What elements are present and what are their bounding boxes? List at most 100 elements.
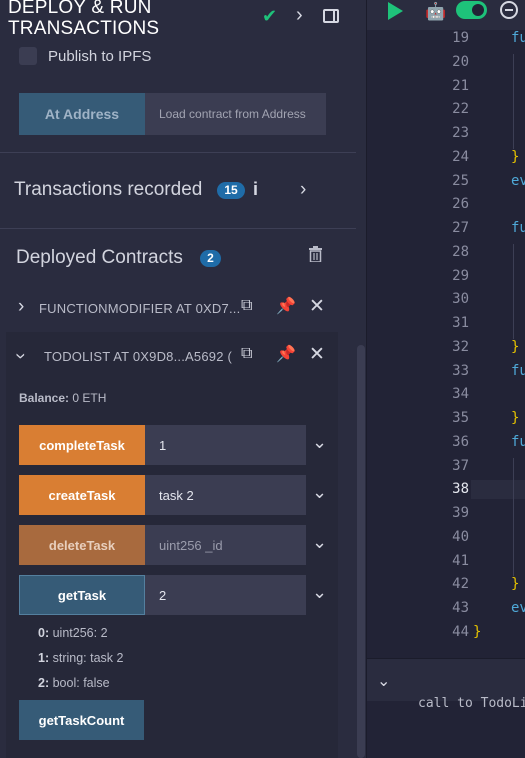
balance: Balance: 0 ETH — [19, 391, 106, 405]
get-task-button[interactable]: getTask — [19, 575, 145, 615]
chevron-down-icon[interactable]: ⌄ — [312, 532, 327, 553]
deployed-contracts-label: Deployed Contracts — [16, 247, 183, 268]
line-number: 22 — [452, 101, 469, 118]
line-number: 21 — [452, 77, 469, 94]
line-number: 39 — [452, 505, 469, 521]
line-number: 38 — [452, 481, 469, 498]
line-number: 28 — [452, 243, 469, 260]
scrollbar-thumb[interactable] — [357, 345, 365, 758]
pin-icon[interactable]: 📌 — [276, 344, 296, 364]
publish-ipfs-checkbox[interactable] — [19, 47, 37, 65]
zoom-out-icon[interactable] — [500, 1, 518, 19]
deployed-count-badge: 2 — [200, 250, 221, 267]
line-number: 20 — [452, 53, 469, 70]
line-number: 30 — [452, 291, 469, 308]
panel-title-line1: DEPLOY & RUN — [8, 0, 152, 18]
close-icon[interactable]: ✕ — [309, 295, 325, 318]
line-number: 31 — [452, 315, 469, 331]
line-number: 34 — [452, 386, 469, 403]
create-task-input[interactable]: task 2 — [145, 475, 306, 515]
panel-toggle-icon[interactable] — [323, 9, 339, 23]
balance-label: Balance: — [19, 391, 70, 405]
indent-guide — [513, 243, 514, 339]
copy-icon[interactable]: ⧉ — [241, 297, 252, 315]
line-number: 23 — [452, 125, 469, 141]
chevron-right-icon[interactable]: › — [296, 4, 303, 27]
editor-area: 🤖 ⌄ call to TodoLis 19 20 21 22 23 24 25 26 27 28… — [367, 0, 525, 758]
pin-icon[interactable]: 📌 — [276, 296, 296, 316]
code-fragment: } — [511, 148, 520, 165]
panel-title-line2: TRANSACTIONS — [8, 18, 160, 39]
line-number: 25 — [452, 172, 469, 189]
delete-task-input[interactable]: uint256 _id — [145, 525, 306, 565]
chevron-down-icon[interactable]: ⌄ — [312, 482, 327, 503]
indent-guide — [513, 457, 514, 577]
terminal-output: call to TodoLis — [418, 696, 525, 711]
line-number: 40 — [452, 528, 469, 545]
toggle-switch[interactable] — [456, 1, 487, 19]
chevron-down-icon[interactable]: ⌄ — [312, 582, 327, 603]
code-fragment: ev — [511, 600, 525, 616]
code-fragment: } — [511, 410, 520, 426]
line-number: 41 — [452, 552, 469, 569]
at-address-input[interactable]: Load contract from Address — [145, 93, 326, 135]
indent-guide — [513, 53, 514, 149]
line-number: 27 — [452, 220, 469, 236]
chevron-down-icon[interactable]: ⌄ — [312, 432, 327, 453]
complete-task-button[interactable]: completeTask — [19, 425, 145, 465]
transactions-expand-chevron-icon[interactable]: › — [300, 179, 306, 201]
contract-expand-chevron-icon[interactable]: › — [18, 296, 24, 318]
balance-value: 0 ETH — [72, 391, 107, 405]
line-number: 37 — [452, 457, 469, 474]
get-task-input[interactable]: 2 — [145, 575, 306, 615]
line-number: 36 — [452, 433, 469, 450]
code-fragment: fu — [511, 220, 525, 236]
copy-icon[interactable]: ⧉ — [241, 345, 252, 363]
contract-name[interactable]: TODOLIST AT 0X9D8...A5692 ( — [44, 349, 232, 364]
line-number: 24 — [452, 148, 469, 165]
line-number: 32 — [452, 338, 469, 355]
transactions-count-badge: 15 — [217, 182, 245, 199]
line-number: 29 — [452, 267, 469, 284]
publish-ipfs-label: Publish to IPFS — [48, 48, 152, 65]
contract-collapse-chevron-icon[interactable]: › — [9, 353, 31, 359]
code-fragment: } — [473, 623, 482, 640]
robot-icon[interactable]: 🤖 — [425, 2, 446, 22]
code-fragment: fu — [511, 30, 525, 46]
code-fragment: fu — [511, 433, 525, 450]
result-row: 0: uint256: 2 — [38, 626, 108, 640]
check-icon: ✔ — [262, 6, 278, 26]
editor-toolbar: 🤖 — [367, 0, 525, 30]
run-icon[interactable] — [388, 2, 403, 20]
code-fragment: } — [511, 338, 520, 355]
trash-icon[interactable] — [309, 246, 322, 262]
result-row: 2: bool: false — [38, 676, 110, 690]
deploy-run-panel: DEPLOY & RUN TRANSACTIONS ✔ › Publish to… — [0, 0, 366, 758]
contract-name[interactable]: FUNCTIONMODIFIER AT 0XD7... — [39, 301, 240, 316]
code-fragment: ev — [511, 172, 525, 189]
chevron-double-down-icon[interactable]: ⌄ — [377, 671, 390, 691]
code-fragment: } — [511, 576, 520, 593]
info-icon[interactable]: i — [253, 179, 258, 200]
close-icon[interactable]: ✕ — [309, 343, 325, 366]
delete-task-button[interactable]: deleteTask — [19, 525, 145, 565]
line-number: 26 — [452, 196, 469, 213]
code-fragment: fu — [511, 362, 525, 379]
result-row: 1: string: task 2 — [38, 651, 124, 665]
get-task-count-button[interactable]: getTaskCount — [19, 700, 144, 740]
current-line-highlight — [471, 480, 525, 499]
line-number: 42 — [452, 576, 469, 593]
transactions-recorded-label: Transactions recorded — [14, 179, 203, 200]
complete-task-input[interactable]: 1 — [145, 425, 306, 465]
line-number: 43 — [452, 600, 469, 616]
line-number: 19 — [452, 30, 469, 46]
at-address-button[interactable]: At Address — [19, 93, 145, 135]
line-number: 33 — [452, 362, 469, 379]
divider — [0, 228, 356, 229]
panel-title: DEPLOY & RUN TRANSACTIONS — [8, 0, 159, 39]
line-number: 35 — [452, 410, 469, 426]
terminal-bar: ⌄ — [367, 658, 525, 701]
divider — [0, 152, 356, 153]
create-task-button[interactable]: createTask — [19, 475, 145, 515]
line-number: 44 — [452, 623, 469, 640]
